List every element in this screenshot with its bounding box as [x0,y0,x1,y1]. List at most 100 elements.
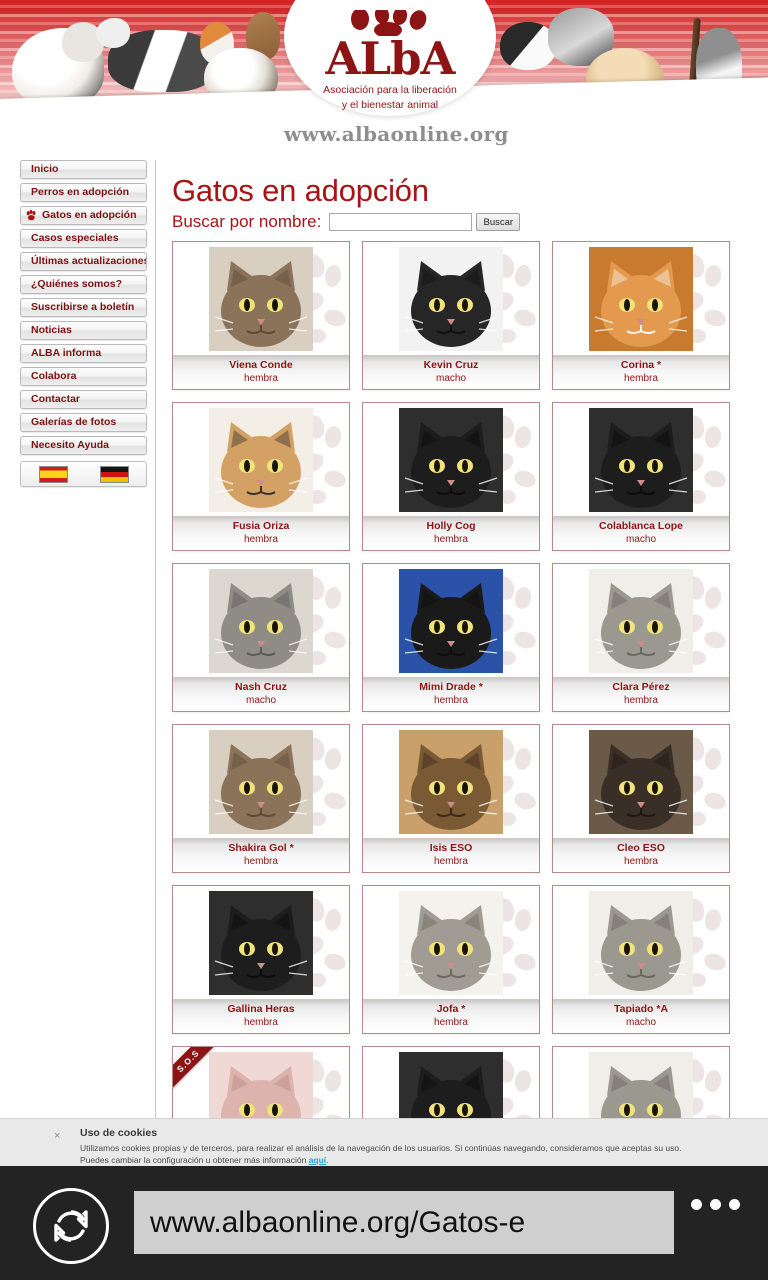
cat-sex: macho [625,1017,656,1028]
cookie-notice-bar: × Uso de cookies Utilizamos cookies prop… [0,1118,768,1167]
close-icon[interactable]: × [54,1130,60,1142]
cat-sex: hembra [434,856,468,867]
cat-sex: hembra [434,1017,468,1028]
cat-card[interactable]: Isis ESO hembra [362,724,540,873]
cat-name: Jofa * [436,1003,466,1015]
cat-thumbnail [589,407,693,512]
cat-thumbnail [589,890,693,995]
sidebar-item-gatos-en-adopción[interactable]: Gatos en adopción [20,206,147,225]
cat-sex: hembra [624,856,658,867]
sidebar-item-alba-informa[interactable]: ALBA informa [20,344,147,363]
search-input[interactable] [329,213,473,231]
cat-card[interactable]: Viena Conde hembra [172,241,350,390]
language-selector [20,461,147,487]
sidebar-item-galerías-de-fotos[interactable]: Galerías de fotos [20,413,147,432]
cat-photo [553,564,729,677]
cat-photo [173,886,349,999]
sidebar-item-label: Perros en adopción [31,186,130,198]
site-logo[interactable]: ALbA Asociación para la liberación y el … [284,10,496,112]
cat-thumbnail [589,568,693,673]
cat-caption: Isis ESO hembra [363,838,539,872]
cat-adoption-grid: Viena Conde hembra Kevin Cruz macho Corina *… [172,241,752,1169]
sidebar-item-noticias[interactable]: Noticias [20,321,147,340]
cat-card[interactable]: Gallina Heras hembra [172,885,350,1034]
url-text: www.albaonline.org/Gatos-e [150,1205,526,1239]
logo-subtitle-line1: Asociación para la liberación [323,84,457,96]
cat-caption: Corina * hembra [553,355,729,389]
cat-name: Tapiado *A [613,1003,669,1015]
sidebar-item-label: Gatos en adopción [42,209,137,221]
cat-card[interactable]: Clara Pérez hembra [552,563,730,712]
cat-card[interactable]: Colablanca Lope macho [552,402,730,551]
cat-card[interactable]: Jofa * hembra [362,885,540,1034]
cat-photo [553,886,729,999]
cat-photo [173,725,349,838]
cat-photo [363,403,539,516]
sidebar-item-inicio[interactable]: Inicio [20,160,147,179]
sidebar-item-necesito-ayuda[interactable]: Necesito Ayuda [20,436,147,455]
cat-photo [363,564,539,677]
cat-card[interactable]: Cleo ESO hembra [552,724,730,873]
cat-thumbnail [589,729,693,834]
cat-card[interactable]: Kevin Cruz macho [362,241,540,390]
cookie-more-info-link[interactable]: aquí [309,1155,326,1165]
sidebar-item-label: Inicio [31,163,59,175]
cookie-notice-line1: Utilizamos cookies propias y de terceros… [80,1143,682,1153]
sidebar-item-casos-especiales[interactable]: Casos especiales [20,229,147,248]
page-title: Gatos en adopción [172,173,429,208]
cat-photo [173,403,349,516]
cat-card[interactable]: Mimi Drade * hembra [362,563,540,712]
cat-name: Colablanca Lope [598,520,683,532]
cat-caption: Holly Cog hembra [363,516,539,550]
sidebar-item-colabora[interactable]: Colabora [20,367,147,386]
cat-thumbnail [399,890,503,995]
refresh-icon[interactable] [33,1188,109,1264]
sidebar-item-perros-en-adopción[interactable]: Perros en adopción [20,183,147,202]
cat-name: Cleo ESO [617,842,665,854]
cat-caption: Colablanca Lope macho [553,516,729,550]
cat-card[interactable]: Shakira Gol * hembra [172,724,350,873]
cat-caption: Gallina Heras hembra [173,999,349,1033]
cat-name: Nash Cruz [235,681,287,693]
cookie-notice-line2-post: . [326,1155,329,1165]
cat-sex: macho [625,534,656,545]
cat-card[interactable]: Fusia Oriza hembra [172,402,350,551]
cat-caption: Shakira Gol * hembra [173,838,349,872]
sidebar-item-label: Noticias [31,324,72,336]
cat-card[interactable]: Holly Cog hembra [362,402,540,551]
german-flag-icon[interactable] [99,465,129,483]
cat-photo [553,725,729,838]
cat-photo [363,242,539,355]
sidebar-item-label: Colabora [31,370,77,382]
sidebar-item-quiénes-somos[interactable]: ¿Quiénes somos? [20,275,147,294]
cat-name: Fusia Oriza [232,520,290,532]
search-by-name-row: Buscar por nombre: Buscar [172,212,768,232]
cat-photo [553,242,729,355]
browser-chrome: www.albaonline.org/Gatos-e [0,1166,768,1280]
cat-sex: hembra [624,695,658,706]
cat-thumbnail [209,568,313,673]
more-options-icon[interactable] [691,1199,740,1210]
cat-name: Holly Cog [426,520,476,532]
cat-sex: hembra [624,373,658,384]
cat-caption: Viena Conde hembra [173,355,349,389]
sidebar-item-últimas-actualizaciones[interactable]: Últimas actualizaciones [20,252,147,271]
dog-photo-2-head [96,18,130,48]
cat-caption: Tapiado *A macho [553,999,729,1033]
main-navigation-sidebar: Inicio Perros en adopción Gatos en adopció… [0,160,155,487]
cat-card[interactable]: Tapiado *A macho [552,885,730,1034]
sidebar-item-contactar[interactable]: Contactar [20,390,147,409]
cat-name: Kevin Cruz [423,359,479,371]
cat-caption: Kevin Cruz macho [363,355,539,389]
spanish-flag-icon[interactable] [38,465,68,483]
nav-list: Inicio Perros en adopción Gatos en adopció… [0,160,155,455]
search-button[interactable]: Buscar [476,213,521,231]
cat-card[interactable]: Corina * hembra [552,241,730,390]
sidebar-item-label: Galerías de fotos [31,416,117,428]
cat-card[interactable]: Nash Cruz macho [172,563,350,712]
sidebar-item-suscribirse-a-boletín[interactable]: Suscribirse a boletín [20,298,147,317]
sidebar-item-label: ¿Quiénes somos? [31,278,123,290]
address-bar[interactable]: www.albaonline.org/Gatos-e [134,1191,674,1254]
cookie-notice-title: Uso de cookies [80,1127,158,1139]
cat-thumbnail [209,890,313,995]
